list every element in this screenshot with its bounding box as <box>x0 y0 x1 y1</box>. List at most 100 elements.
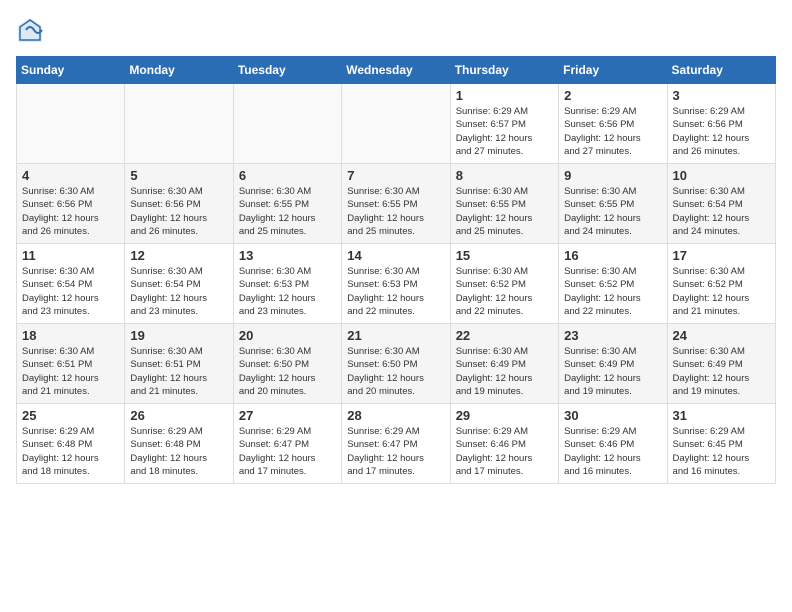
day-number: 29 <box>456 408 553 423</box>
page-header <box>16 16 776 44</box>
calendar-header-row: SundayMondayTuesdayWednesdayThursdayFrid… <box>17 57 776 84</box>
calendar-cell: 17 Sunrise: 6:30 AM Sunset: 6:52 PM Dayli… <box>667 244 775 324</box>
day-info: Sunrise: 6:30 AM Sunset: 6:56 PM Dayligh… <box>22 185 119 238</box>
day-info: Sunrise: 6:30 AM Sunset: 6:54 PM Dayligh… <box>130 265 227 318</box>
col-header-friday: Friday <box>559 57 667 84</box>
day-info: Sunrise: 6:29 AM Sunset: 6:46 PM Dayligh… <box>456 425 553 478</box>
day-info: Sunrise: 6:30 AM Sunset: 6:52 PM Dayligh… <box>456 265 553 318</box>
day-number: 31 <box>673 408 770 423</box>
day-number: 28 <box>347 408 444 423</box>
calendar-cell: 12 Sunrise: 6:30 AM Sunset: 6:54 PM Dayli… <box>125 244 233 324</box>
day-info: Sunrise: 6:30 AM Sunset: 6:53 PM Dayligh… <box>347 265 444 318</box>
col-header-saturday: Saturday <box>667 57 775 84</box>
calendar-cell: 8 Sunrise: 6:30 AM Sunset: 6:55 PM Daylig… <box>450 164 558 244</box>
calendar-week-row: 25 Sunrise: 6:29 AM Sunset: 6:48 PM Dayli… <box>17 404 776 484</box>
day-number: 22 <box>456 328 553 343</box>
day-info: Sunrise: 6:29 AM Sunset: 6:56 PM Dayligh… <box>564 105 661 158</box>
day-info: Sunrise: 6:30 AM Sunset: 6:52 PM Dayligh… <box>673 265 770 318</box>
day-number: 16 <box>564 248 661 263</box>
calendar-week-row: 18 Sunrise: 6:30 AM Sunset: 6:51 PM Dayli… <box>17 324 776 404</box>
calendar-cell: 16 Sunrise: 6:30 AM Sunset: 6:52 PM Dayli… <box>559 244 667 324</box>
day-number: 13 <box>239 248 336 263</box>
day-number: 6 <box>239 168 336 183</box>
calendar-week-row: 11 Sunrise: 6:30 AM Sunset: 6:54 PM Dayli… <box>17 244 776 324</box>
day-number: 7 <box>347 168 444 183</box>
calendar-cell: 9 Sunrise: 6:30 AM Sunset: 6:55 PM Daylig… <box>559 164 667 244</box>
day-number: 2 <box>564 88 661 103</box>
day-number: 21 <box>347 328 444 343</box>
day-number: 18 <box>22 328 119 343</box>
day-info: Sunrise: 6:30 AM Sunset: 6:51 PM Dayligh… <box>22 345 119 398</box>
day-number: 4 <box>22 168 119 183</box>
day-number: 8 <box>456 168 553 183</box>
calendar-cell: 5Sunrise: 6:30 AM Sunset: 6:56 PM Daylig… <box>125 164 233 244</box>
calendar-cell: 27Sunrise: 6:29 AM Sunset: 6:47 PM Dayli… <box>233 404 341 484</box>
day-number: 9 <box>564 168 661 183</box>
day-number: 3 <box>673 88 770 103</box>
day-info: Sunrise: 6:29 AM Sunset: 6:45 PM Dayligh… <box>673 425 770 478</box>
calendar-cell <box>125 84 233 164</box>
logo-icon <box>16 16 44 44</box>
day-info: Sunrise: 6:29 AM Sunset: 6:47 PM Dayligh… <box>347 425 444 478</box>
day-number: 24 <box>673 328 770 343</box>
day-info: Sunrise: 6:30 AM Sunset: 6:49 PM Dayligh… <box>564 345 661 398</box>
day-info: Sunrise: 6:30 AM Sunset: 6:55 PM Dayligh… <box>564 185 661 238</box>
col-header-monday: Monday <box>125 57 233 84</box>
calendar-cell: 31 Sunrise: 6:29 AM Sunset: 6:45 PM Dayli… <box>667 404 775 484</box>
calendar-cell: 20Sunrise: 6:30 AM Sunset: 6:50 PM Dayli… <box>233 324 341 404</box>
calendar-cell: 6 Sunrise: 6:30 AM Sunset: 6:55 PM Daylig… <box>233 164 341 244</box>
day-info: Sunrise: 6:30 AM Sunset: 6:55 PM Dayligh… <box>456 185 553 238</box>
day-number: 5 <box>130 168 227 183</box>
calendar-cell: 21Sunrise: 6:30 AM Sunset: 6:50 PM Dayli… <box>342 324 450 404</box>
day-info: Sunrise: 6:30 AM Sunset: 6:55 PM Dayligh… <box>239 185 336 238</box>
calendar-cell: 10 Sunrise: 6:30 AM Sunset: 6:54 PM Dayli… <box>667 164 775 244</box>
calendar-cell: 11 Sunrise: 6:30 AM Sunset: 6:54 PM Dayli… <box>17 244 125 324</box>
calendar-cell: 25Sunrise: 6:29 AM Sunset: 6:48 PM Dayli… <box>17 404 125 484</box>
calendar-cell: 30 Sunrise: 6:29 AM Sunset: 6:46 PM Dayli… <box>559 404 667 484</box>
day-info: Sunrise: 6:29 AM Sunset: 6:48 PM Dayligh… <box>130 425 227 478</box>
day-info: Sunrise: 6:30 AM Sunset: 6:55 PM Dayligh… <box>347 185 444 238</box>
day-number: 20 <box>239 328 336 343</box>
calendar-cell <box>342 84 450 164</box>
day-number: 12 <box>130 248 227 263</box>
day-info: Sunrise: 6:29 AM Sunset: 6:57 PM Dayligh… <box>456 105 553 158</box>
day-number: 10 <box>673 168 770 183</box>
day-info: Sunrise: 6:30 AM Sunset: 6:54 PM Dayligh… <box>22 265 119 318</box>
calendar-cell: 29 Sunrise: 6:29 AM Sunset: 6:46 PM Dayli… <box>450 404 558 484</box>
day-info: Sunrise: 6:30 AM Sunset: 6:49 PM Dayligh… <box>673 345 770 398</box>
calendar-cell: 13 Sunrise: 6:30 AM Sunset: 6:53 PM Dayli… <box>233 244 341 324</box>
day-number: 1 <box>456 88 553 103</box>
calendar-cell: 3 Sunrise: 6:29 AM Sunset: 6:56 PM Daylig… <box>667 84 775 164</box>
calendar-cell: 1 Sunrise: 6:29 AM Sunset: 6:57 PM Daylig… <box>450 84 558 164</box>
day-number: 25 <box>22 408 119 423</box>
calendar-cell: 26Sunrise: 6:29 AM Sunset: 6:48 PM Dayli… <box>125 404 233 484</box>
calendar-cell: 23Sunrise: 6:30 AM Sunset: 6:49 PM Dayli… <box>559 324 667 404</box>
day-info: Sunrise: 6:29 AM Sunset: 6:46 PM Dayligh… <box>564 425 661 478</box>
day-number: 27 <box>239 408 336 423</box>
calendar-cell: 15Sunrise: 6:30 AM Sunset: 6:52 PM Dayli… <box>450 244 558 324</box>
col-header-wednesday: Wednesday <box>342 57 450 84</box>
calendar-cell: 2 Sunrise: 6:29 AM Sunset: 6:56 PM Daylig… <box>559 84 667 164</box>
calendar-cell <box>233 84 341 164</box>
calendar-cell: 24 Sunrise: 6:30 AM Sunset: 6:49 PM Dayli… <box>667 324 775 404</box>
day-number: 14 <box>347 248 444 263</box>
calendar-cell: 4 Sunrise: 6:30 AM Sunset: 6:56 PM Daylig… <box>17 164 125 244</box>
calendar-table: SundayMondayTuesdayWednesdayThursdayFrid… <box>16 56 776 484</box>
day-info: Sunrise: 6:30 AM Sunset: 6:52 PM Dayligh… <box>564 265 661 318</box>
calendar-week-row: 1 Sunrise: 6:29 AM Sunset: 6:57 PM Daylig… <box>17 84 776 164</box>
col-header-thursday: Thursday <box>450 57 558 84</box>
logo <box>16 16 48 44</box>
calendar-cell: 7 Sunrise: 6:30 AM Sunset: 6:55 PM Daylig… <box>342 164 450 244</box>
day-number: 17 <box>673 248 770 263</box>
day-number: 30 <box>564 408 661 423</box>
day-number: 11 <box>22 248 119 263</box>
day-info: Sunrise: 6:30 AM Sunset: 6:49 PM Dayligh… <box>456 345 553 398</box>
day-number: 19 <box>130 328 227 343</box>
day-info: Sunrise: 6:30 AM Sunset: 6:54 PM Dayligh… <box>673 185 770 238</box>
day-info: Sunrise: 6:30 AM Sunset: 6:53 PM Dayligh… <box>239 265 336 318</box>
calendar-cell <box>17 84 125 164</box>
calendar-cell: 14 Sunrise: 6:30 AM Sunset: 6:53 PM Dayli… <box>342 244 450 324</box>
day-info: Sunrise: 6:29 AM Sunset: 6:56 PM Dayligh… <box>673 105 770 158</box>
day-info: Sunrise: 6:30 AM Sunset: 6:51 PM Dayligh… <box>130 345 227 398</box>
calendar-cell: 18 Sunrise: 6:30 AM Sunset: 6:51 PM Dayli… <box>17 324 125 404</box>
